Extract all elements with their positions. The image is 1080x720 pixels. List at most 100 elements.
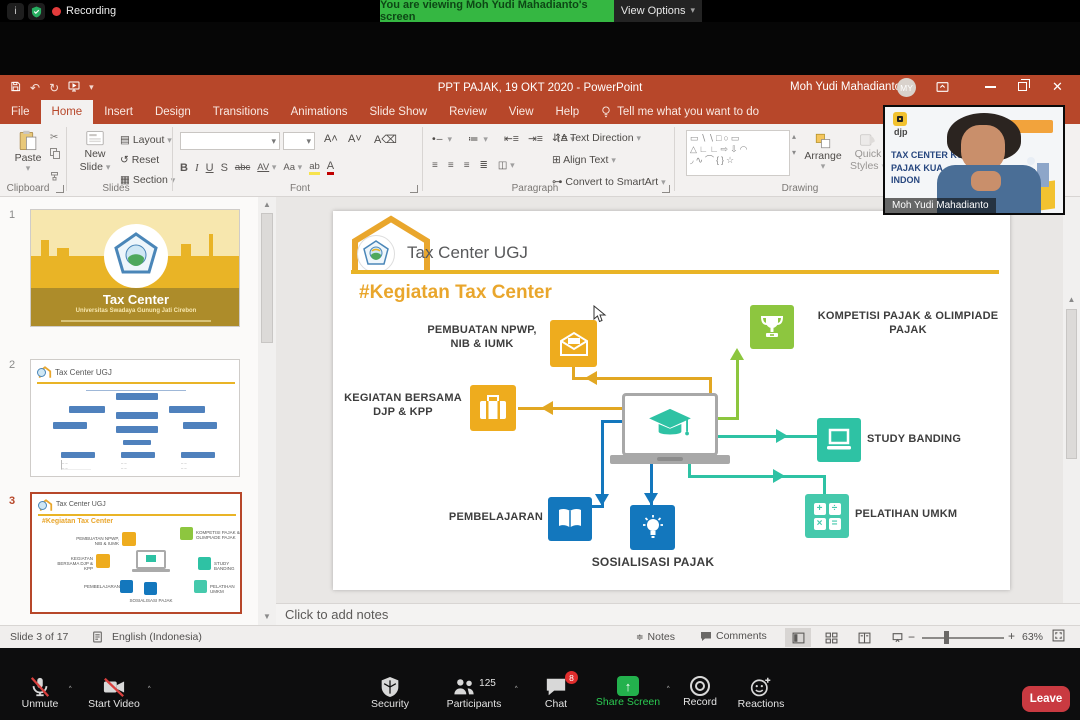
comments-toggle-button[interactable]: Comments [700,630,767,642]
restore-button[interactable] [1018,82,1027,91]
justify-button[interactable]: ≣ [480,160,488,171]
numbering-button[interactable]: ≔ ▾ [468,133,489,145]
new-slide-button[interactable]: New Slide ▾ [74,130,116,173]
participant-video-tile[interactable]: djp TAX CENTER KUA PAJAK KUA INDON Moh Y… [883,105,1065,215]
align-left-button[interactable]: ≡ [432,160,438,171]
proofing-icon[interactable] [92,631,103,646]
tab-design[interactable]: Design [144,100,202,124]
encryption-shield-icon[interactable] [28,3,45,20]
font-name-combo[interactable]: ▾ [180,132,280,150]
account-name[interactable]: Moh Yudi Mahadianto [790,81,901,93]
notes-pane[interactable]: Click to add notes [276,603,1080,625]
tab-help[interactable]: Help [545,100,591,124]
slideshow-view-button[interactable] [884,628,910,647]
envelope-shape[interactable] [550,320,597,367]
font-dialog-launcher[interactable] [410,185,418,193]
zoom-out-button[interactable]: − [908,630,915,644]
view-options-button[interactable]: View Options▾ [614,0,702,22]
scrollbar-thumb[interactable] [261,213,273,343]
change-case-button[interactable]: Aa ▾ [283,162,302,173]
bullets-button[interactable]: •– ▾ [432,133,453,145]
reactions-button[interactable]: Reactions [730,676,792,710]
security-button[interactable]: Security [362,676,418,710]
slide-subtitle[interactable]: #Kegiatan Tax Center [359,282,552,304]
slide-thumbnail-2[interactable]: Tax Center UGJ – –– – – –– – – –– – [30,359,240,477]
quick-styles-button[interactable]: Quick Styles ▾ [848,132,888,172]
tab-file[interactable]: File [0,100,41,124]
character-spacing-button[interactable]: AV ▾ [257,162,276,173]
university-logo[interactable] [357,235,395,273]
trophy-shape[interactable] [750,305,794,349]
highlight-color-button[interactable]: ab [309,161,320,175]
paragraph-dialog-launcher[interactable] [662,185,670,193]
chat-button[interactable]: Chat 8 [532,676,580,710]
shapes-gallery[interactable]: ▭∖∖□○▭△∟∟⇨⇩◠◞∿⌒{}☆ [686,130,790,176]
tab-animations[interactable]: Animations [280,100,359,124]
video-options-chevron-icon[interactable]: ˄ [147,686,152,696]
label-npwp[interactable]: PEMBUATAN NPWP, NIB & IUMK [419,323,545,352]
label-pembelajaran[interactable]: PEMBELAJARAN [415,510,543,524]
bold-button[interactable]: B [180,162,188,174]
start-video-button[interactable]: Start Video [84,676,144,710]
zoom-slider-track[interactable] [922,637,1004,639]
slide-thumbnail-1[interactable]: Tax Center Universitas Swadaya Gunung Ja… [30,209,240,327]
tab-review[interactable]: Review [438,100,498,124]
underline-button[interactable]: U [206,162,214,174]
strikethrough-button[interactable]: abc [235,162,250,173]
layout-button[interactable]: ▤ Layout ▾ [120,134,172,146]
zoom-percentage[interactable]: 63% [1022,631,1043,643]
cut-icon[interactable]: ✂ [50,132,58,143]
share-screen-button[interactable]: ↑ Share Screen [592,676,664,708]
text-direction-button[interactable]: ⇵A Text Direction ▾ [552,132,641,144]
label-kegiatan[interactable]: KEGIATAN BERSAMA DJP & KPP [341,391,465,420]
align-text-button[interactable]: ⊞ Align Text ▾ [552,154,616,166]
current-slide-canvas[interactable]: Tax Center UGJ #Kegiatan Tax Center [333,211,1010,590]
minimize-button[interactable] [985,86,996,88]
scroll-up-icon[interactable]: ▲ [258,200,276,209]
tab-home[interactable]: Home [41,100,94,124]
laptop-shape[interactable] [622,393,718,456]
label-study[interactable]: STUDY BANDING [867,432,1007,446]
arrange-button[interactable]: Arrange▾ [800,132,846,172]
columns-button[interactable]: ◫ ▾ [498,160,515,171]
tell-me-box[interactable]: Tell me what you want to do [590,100,770,124]
slide-sorter-view-button[interactable] [818,628,844,647]
tab-view[interactable]: View [498,100,545,124]
record-button[interactable]: Record [672,676,728,708]
study-laptop-shape[interactable] [817,418,861,462]
shrink-font-button[interactable]: A˅ [348,133,362,145]
close-button[interactable]: ✕ [1052,79,1063,95]
meeting-info-icon[interactable]: i [7,3,24,20]
book-shape[interactable] [548,497,592,541]
scroll-up-icon[interactable]: ▲ [1063,295,1080,304]
audio-options-chevron-icon[interactable]: ˄ [68,686,73,696]
language-indicator[interactable]: English (Indonesia) [112,631,202,643]
shapes-scroll-down-icon[interactable]: ▾ [792,148,796,157]
lightbulb-shape[interactable] [630,505,675,550]
font-size-combo[interactable]: ▾ [283,132,315,150]
label-kompetisi[interactable]: KOMPETISI PAJAK & OLIMPIADE PAJAK [799,309,1017,338]
clipboard-dialog-launcher[interactable] [56,185,64,193]
zoom-in-button[interactable]: + [1008,629,1015,643]
slide-thumbnail-3[interactable]: Tax Center UGJ #Kegiatan Tax Center PEMB… [30,492,242,614]
italic-button[interactable]: I [195,162,199,174]
participants-chevron-icon[interactable]: ˄ [514,686,519,696]
copy-icon[interactable] [50,148,60,159]
briefcase-shape[interactable] [470,385,516,431]
tab-slideshow[interactable]: Slide Show [359,100,439,124]
tab-transitions[interactable]: Transitions [202,100,280,124]
align-center-button[interactable]: ≡ [448,160,454,171]
fit-to-window-button[interactable] [1052,629,1065,645]
participants-button[interactable]: 125 Participants [440,676,508,710]
grow-font-button[interactable]: A˄ [324,133,338,145]
scroll-down-icon[interactable]: ▼ [258,612,276,621]
paste-button[interactable]: Paste▾ [8,130,48,174]
tab-insert[interactable]: Insert [93,100,144,124]
reset-button[interactable]: ↺ Reset [120,154,159,166]
decrease-indent-button[interactable]: ⇤≡ [504,133,519,145]
notes-toggle-button[interactable]: ≑Notes [636,631,675,643]
avatar[interactable]: MY [897,78,916,97]
zoom-slider-thumb[interactable] [944,631,949,644]
share-options-chevron-icon[interactable]: ˄ [666,686,671,696]
clear-formatting-button[interactable]: A⌫ [374,133,397,146]
